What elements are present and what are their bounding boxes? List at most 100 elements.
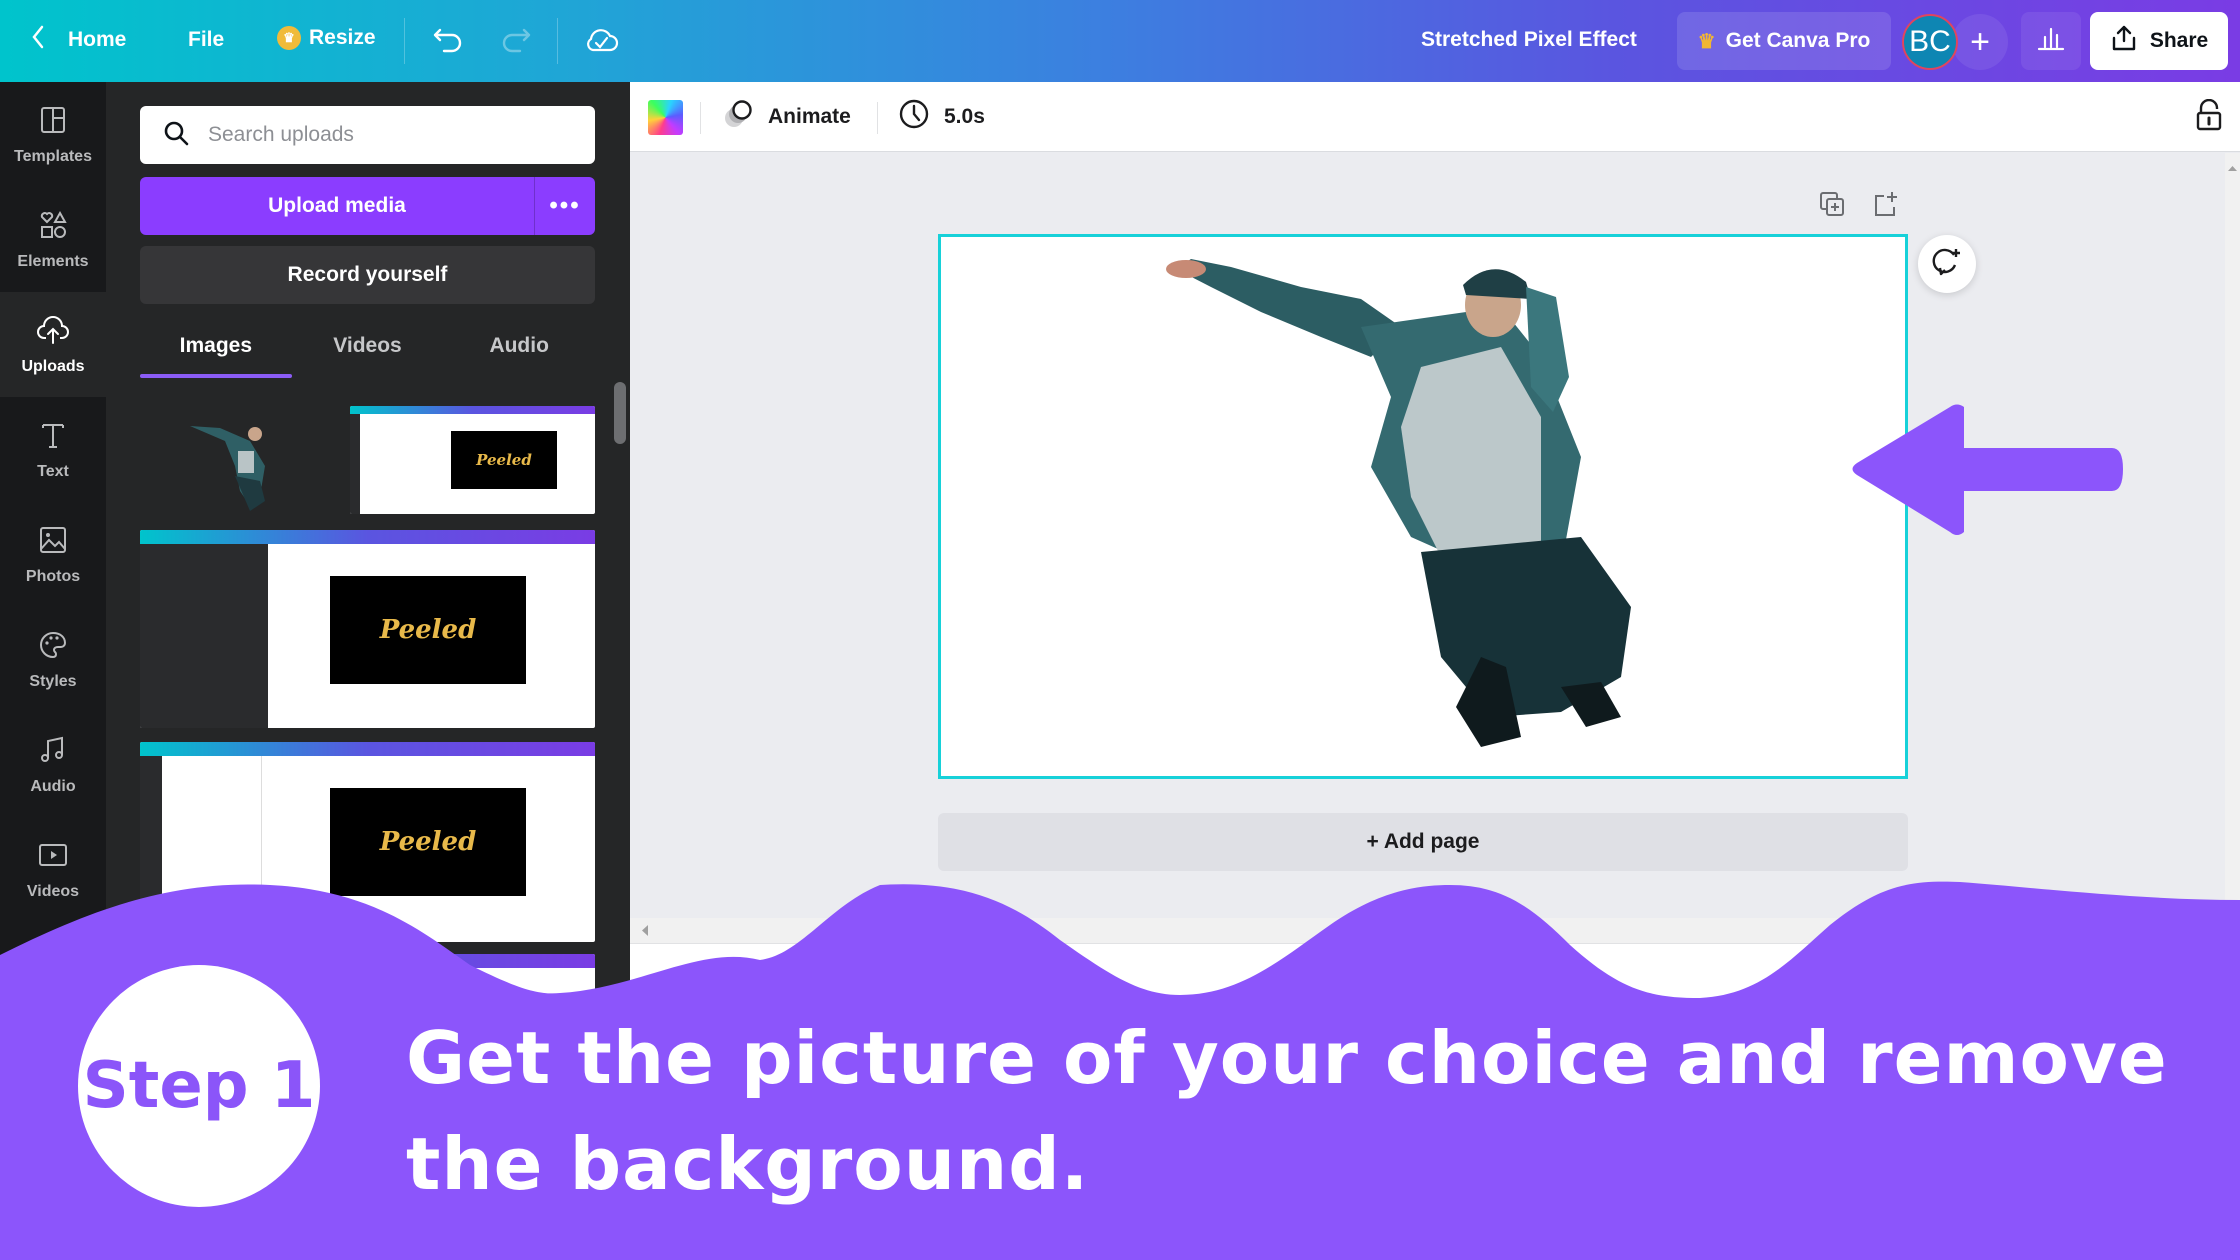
divider [404, 18, 405, 64]
divider [877, 102, 878, 134]
panel-scrollbar[interactable] [614, 382, 626, 444]
top-bar: Home File ♛ Resize Stretched Pixel Effec… [0, 0, 2240, 82]
tab-videos[interactable]: Videos [292, 328, 444, 378]
undo-button[interactable] [432, 26, 464, 62]
photos-icon [36, 523, 70, 562]
insights-button[interactable] [2021, 12, 2081, 70]
design-page-canvas[interactable] [938, 234, 1908, 779]
cloud-saved-button[interactable] [583, 24, 619, 62]
page-actions [1818, 190, 1900, 223]
crown-icon: ♛ [277, 26, 301, 50]
pointer-arrow-icon [1852, 404, 2123, 535]
add-comment-button[interactable] [1918, 235, 1976, 293]
vertical-scrollbar[interactable] [2225, 153, 2240, 943]
avatar-initials: BC [1909, 25, 1951, 58]
add-page-label: + Add page [1366, 830, 1480, 853]
rail-item-elements[interactable]: Elements [0, 187, 106, 292]
tab-label: Images [179, 334, 253, 357]
divider [700, 102, 701, 134]
divider [557, 18, 558, 64]
more-dots-icon: ••• [549, 192, 581, 219]
chevron-left-icon [30, 24, 46, 56]
home-button[interactable]: Home [30, 24, 126, 56]
upload-media-label: Upload media [268, 194, 406, 217]
more-options-button[interactable]: ••• [535, 177, 595, 235]
share-button[interactable]: Share [2090, 12, 2228, 70]
dancer-thumbnail-image [190, 426, 265, 511]
rail-item-text[interactable]: Text [0, 397, 106, 502]
step-instruction: Get the picture of your choice and remov… [406, 1016, 2168, 1206]
upload-media-button[interactable]: Upload media [140, 177, 535, 235]
redo-icon [500, 26, 532, 62]
design-title[interactable]: Stretched Pixel Effect [1421, 28, 1637, 52]
get-canva-pro-label: Get Canva Pro [1725, 29, 1871, 52]
duplicate-page-icon[interactable] [1818, 190, 1846, 223]
upload-media-group: Upload media ••• [140, 177, 595, 235]
file-menu-button[interactable]: File [188, 28, 224, 52]
tab-images[interactable]: Images [140, 328, 292, 378]
record-yourself-button[interactable]: Record yourself [140, 246, 595, 304]
rail-item-label: Photos [25, 568, 81, 585]
home-label: Home [68, 28, 127, 51]
crown-icon: ♛ [1697, 30, 1716, 53]
plus-icon: + [1970, 22, 1990, 61]
file-label: File [188, 28, 225, 51]
unlock-icon [2196, 98, 2222, 136]
rail-item-label: Audio [30, 778, 76, 795]
thumbnail-text: Peeled [451, 431, 557, 489]
video-play-icon [36, 838, 70, 877]
rail-item-label: Elements [17, 253, 89, 270]
palette-icon [36, 628, 70, 667]
add-page-button[interactable]: + Add page [938, 813, 1908, 871]
search-uploads-input[interactable] [208, 123, 568, 147]
rail-item-label: Videos [26, 883, 80, 900]
upload-thumbnail-screenshot[interactable]: Peeled [350, 406, 595, 514]
tab-label: Videos [333, 334, 402, 357]
rail-item-label: Uploads [21, 358, 85, 375]
bar-chart-icon [2037, 25, 2065, 57]
rail-item-photos[interactable]: Photos [0, 502, 106, 607]
canva-editor: Home File ♛ Resize Stretched Pixel Effec… [0, 0, 2240, 1260]
animate-label: Animate [768, 105, 851, 128]
editor-footer [630, 943, 2240, 1003]
horizontal-scrollbar[interactable] [630, 918, 2240, 943]
upload-thumbnail-dancer[interactable] [140, 406, 340, 521]
get-canva-pro-button[interactable]: ♛ Get Canva Pro [1677, 12, 1891, 70]
rail-item-templates[interactable]: Templates [0, 82, 106, 187]
rail-item-styles[interactable]: Styles [0, 607, 106, 712]
background-color-button[interactable] [648, 100, 683, 135]
comment-plus-icon [1931, 246, 1963, 283]
upload-thumbnail-screenshot[interactable]: Peeled [140, 530, 595, 728]
music-note-icon [36, 733, 70, 772]
design-title-text: Stretched Pixel Effect [1421, 28, 1637, 51]
upload-thumbnail-screenshot[interactable]: Peeled [140, 742, 595, 942]
upload-share-icon [2110, 24, 2138, 58]
tab-label: Audio [489, 334, 549, 357]
rail-item-videos[interactable]: Videos [0, 817, 106, 922]
tab-audio[interactable]: Audio [443, 328, 595, 378]
thumbnail-text: Peeled [330, 576, 526, 684]
text-icon [36, 418, 70, 457]
context-toolbar: Animate 5.0s [630, 82, 2240, 152]
add-collaborator-button[interactable]: + [1952, 14, 2008, 70]
templates-icon [36, 103, 70, 142]
resize-button[interactable]: ♛ Resize [277, 26, 376, 50]
step-badge: Step 1 [78, 965, 320, 1207]
animate-button[interactable]: Animate [722, 82, 851, 152]
rail-item-label: Text [37, 463, 69, 480]
share-label: Share [2149, 29, 2209, 52]
search-uploads-field[interactable] [140, 106, 595, 164]
dancer-cutout-image[interactable] [941, 237, 1905, 776]
cloud-check-icon [583, 24, 619, 62]
undo-icon [432, 26, 464, 62]
rail-item-label: Templates [14, 148, 92, 165]
thumbnail-text: Peeled [330, 788, 526, 896]
rail-item-uploads[interactable]: Uploads [0, 292, 106, 397]
lock-button[interactable] [2190, 98, 2228, 136]
add-page-icon[interactable] [1872, 190, 1900, 223]
duration-button[interactable]: 5.0s [898, 82, 985, 152]
upload-tabs: Images Videos Audio [140, 328, 595, 378]
redo-button[interactable] [500, 26, 532, 62]
rail-item-audio[interactable]: Audio [0, 712, 106, 817]
user-avatar[interactable]: BC [1902, 14, 1958, 70]
